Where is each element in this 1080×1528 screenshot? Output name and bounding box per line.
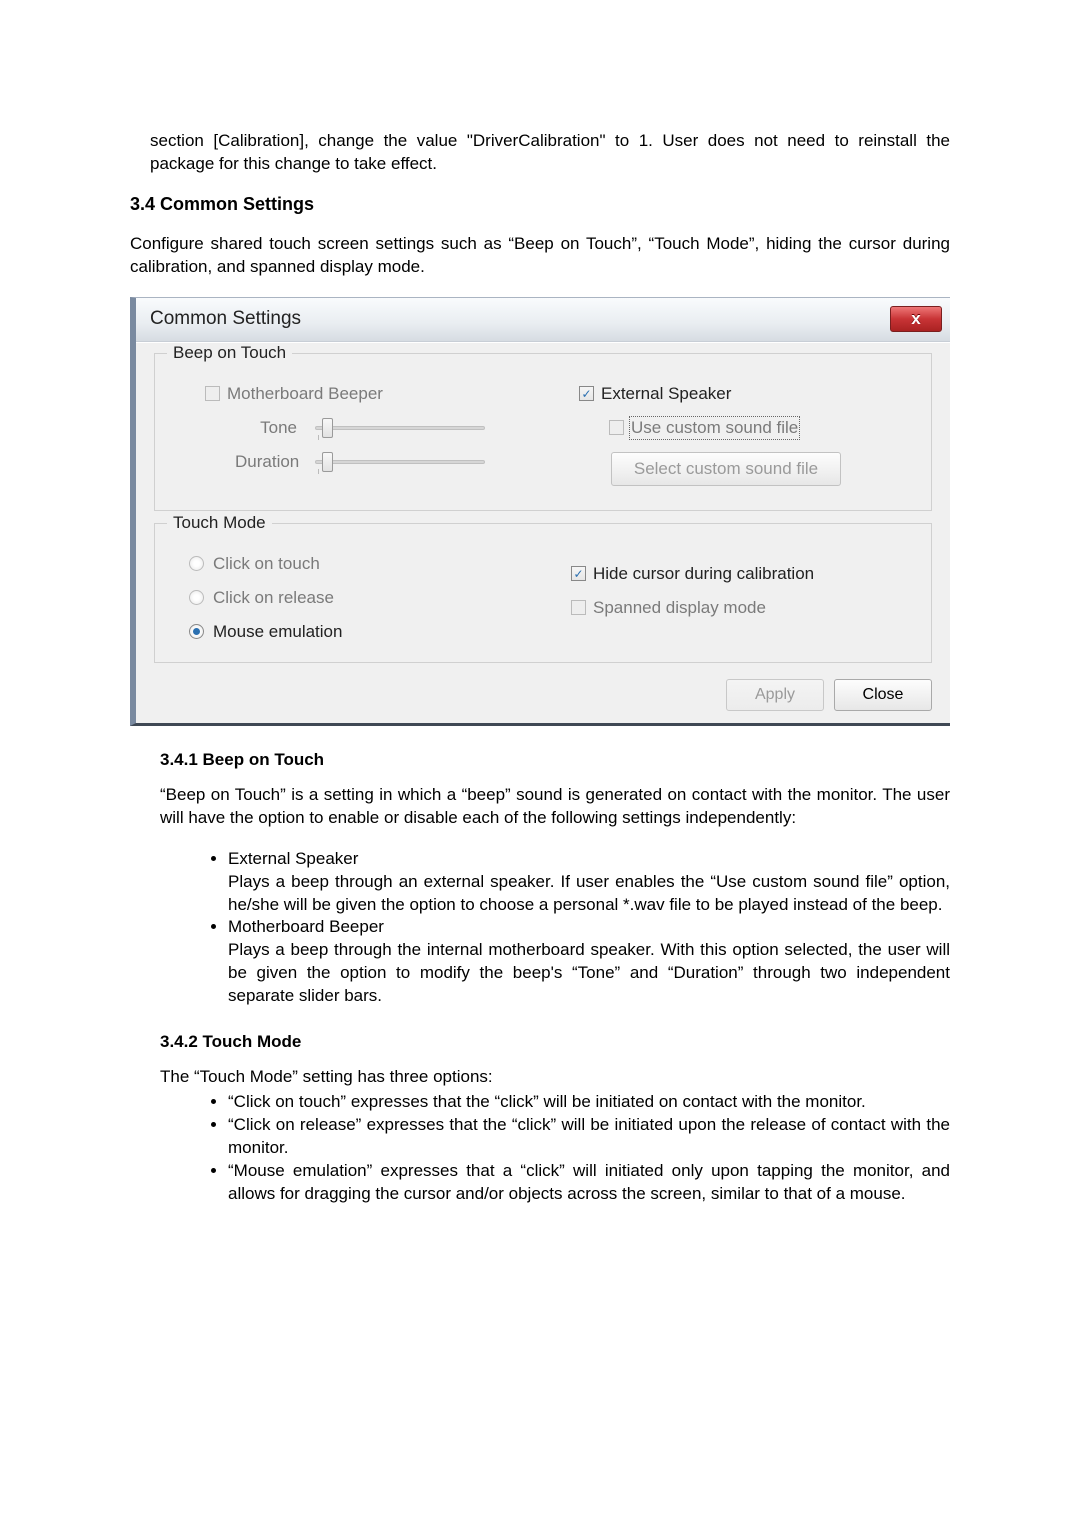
- heading-beep-on-touch: 3.4.1 Beep on Touch: [130, 750, 950, 770]
- radio-click-on-release[interactable]: Click on release: [189, 588, 531, 608]
- radio-mouse-emulation[interactable]: Mouse emulation: [189, 622, 531, 642]
- close-icon[interactable]: x: [890, 306, 942, 332]
- list-item: External Speaker Plays a beep through an…: [228, 848, 950, 917]
- intro-paragraph: section [Calibration], change the value …: [130, 130, 950, 176]
- checkbox-icon: [205, 386, 220, 401]
- dialog-title: Common Settings: [150, 308, 301, 330]
- select-sound-file-button[interactable]: Select custom sound file: [611, 452, 841, 486]
- checkbox-external-speaker[interactable]: ✓ External Speaker: [579, 384, 913, 404]
- checkbox-custom-sound[interactable]: Use custom sound file: [579, 418, 913, 438]
- checkbox-hide-cursor[interactable]: ✓ Hide cursor during calibration: [571, 564, 913, 584]
- tone-slider[interactable]: [315, 426, 485, 430]
- dialog-titlebar: Common Settings x: [136, 298, 950, 342]
- common-settings-desc: Configure shared touch screen settings s…: [130, 233, 950, 279]
- slider-duration: Duration: [205, 452, 539, 472]
- beep-bullet-list: External Speaker Plays a beep through an…: [130, 848, 950, 1009]
- checkbox-icon: ✓: [571, 566, 586, 581]
- radio-click-on-touch[interactable]: Click on touch: [189, 554, 531, 574]
- duration-slider[interactable]: [315, 460, 485, 464]
- list-item: Motherboard Beeper Plays a beep through …: [228, 916, 950, 1008]
- common-settings-dialog: Common Settings x Beep on Touch Motherbo…: [130, 297, 950, 726]
- checkbox-icon: [609, 420, 624, 435]
- checkbox-motherboard-beeper[interactable]: Motherboard Beeper: [205, 384, 539, 404]
- list-item: “Click on release” expresses that the “c…: [228, 1114, 950, 1160]
- group-title-beep: Beep on Touch: [167, 343, 292, 363]
- touch-bullet-list: “Click on touch” expresses that the “cli…: [130, 1091, 950, 1206]
- radio-icon: [189, 556, 204, 571]
- list-item: “Mouse emulation” expresses that a “clic…: [228, 1160, 950, 1206]
- radio-icon: [189, 624, 204, 639]
- list-item: “Click on touch” expresses that the “cli…: [228, 1091, 950, 1114]
- group-touch-mode: Touch Mode Click on touch Click on relea…: [154, 523, 932, 663]
- checkbox-icon: ✓: [579, 386, 594, 401]
- beep-on-touch-desc: “Beep on Touch” is a setting in which a …: [130, 784, 950, 830]
- heading-touch-mode: 3.4.2 Touch Mode: [130, 1032, 950, 1052]
- heading-common-settings: 3.4 Common Settings: [130, 194, 950, 215]
- radio-icon: [189, 590, 204, 605]
- close-button[interactable]: Close: [834, 679, 932, 711]
- apply-button[interactable]: Apply: [726, 679, 824, 711]
- checkbox-icon: [571, 600, 586, 615]
- touch-mode-desc: The “Touch Mode” setting has three optio…: [130, 1066, 950, 1089]
- group-beep-on-touch: Beep on Touch Motherboard Beeper Tone: [154, 353, 932, 511]
- checkbox-spanned-display[interactable]: Spanned display mode: [571, 598, 913, 618]
- slider-tone: Tone: [205, 418, 539, 438]
- group-title-touch: Touch Mode: [167, 513, 272, 533]
